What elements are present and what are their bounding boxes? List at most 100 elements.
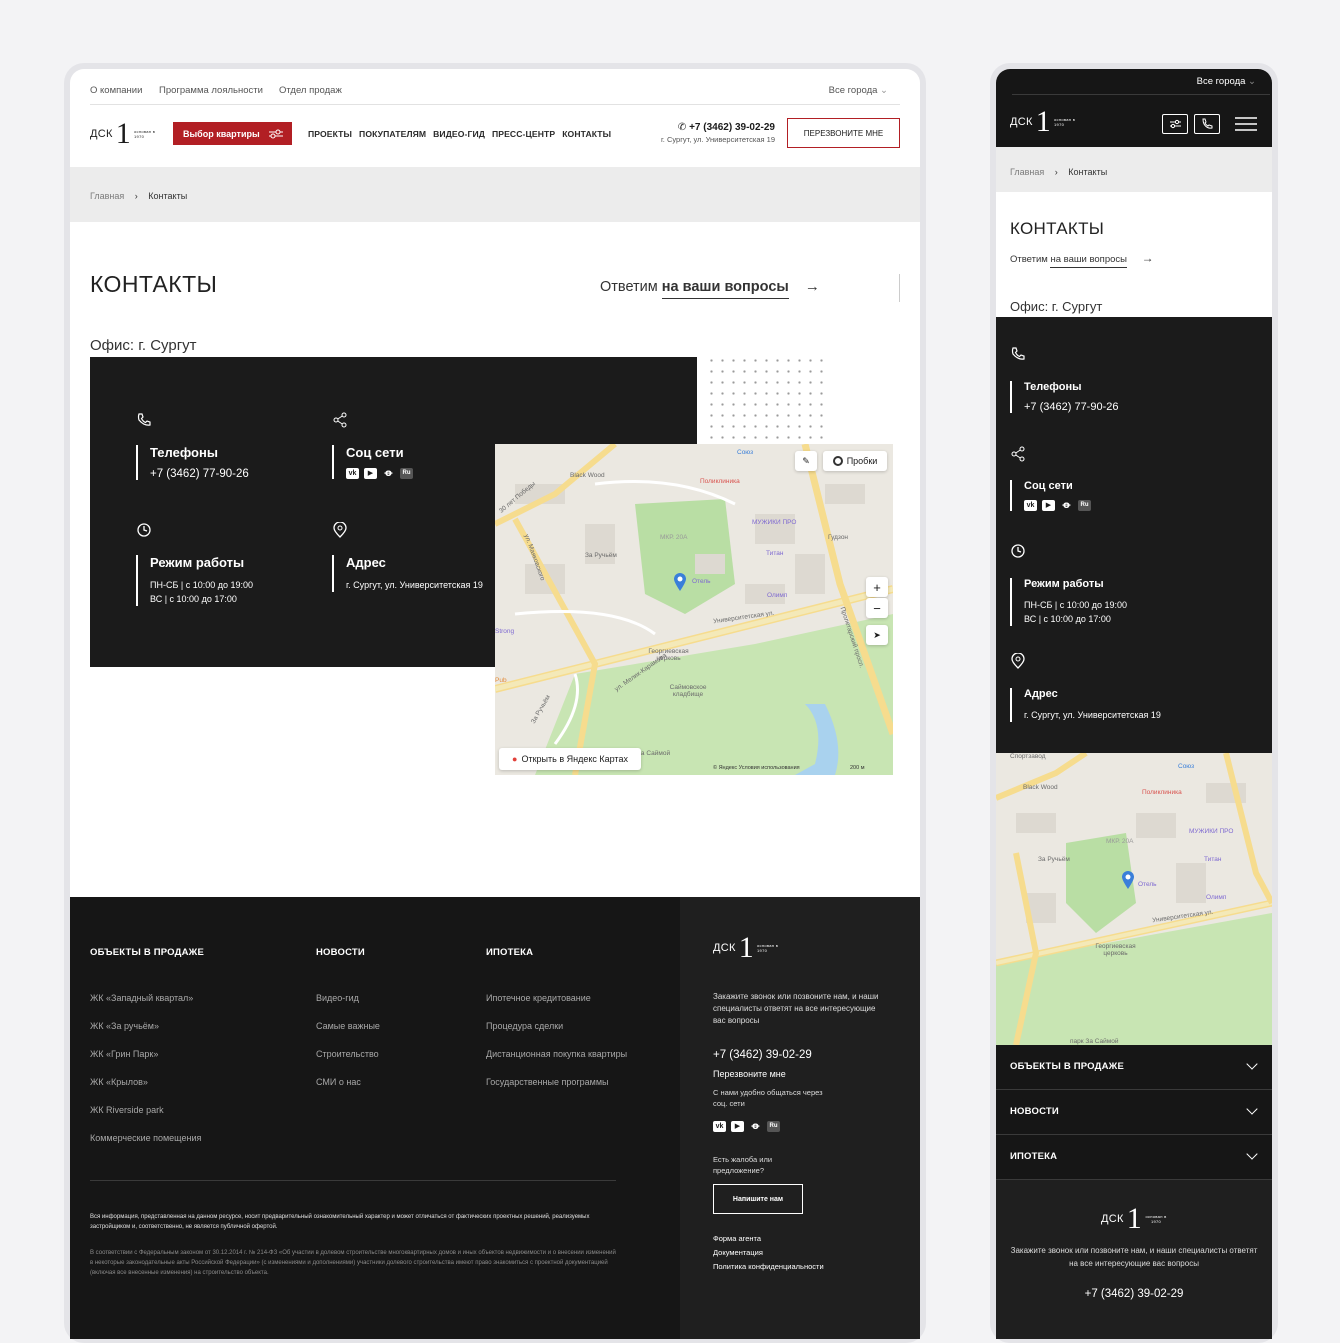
choose-apartment-button[interactable]: Выбор квартиры: [173, 122, 292, 145]
map-label: Союз: [737, 449, 754, 456]
traffic-button[interactable]: Пробки: [823, 451, 887, 471]
filter-button[interactable]: [1162, 114, 1188, 134]
map-label: Black Wood: [570, 472, 605, 479]
chevron-down-icon: [1246, 1103, 1258, 1115]
mobile-office-title: Офис: г. Сургут: [1010, 299, 1103, 314]
zoom-out-button[interactable]: −: [866, 598, 888, 618]
youtube-icon[interactable]: ▶: [731, 1121, 744, 1132]
logo-tagline: основан в 1970: [1145, 1214, 1167, 1224]
footer-link[interactable]: СМИ о нас: [316, 1077, 380, 1087]
mobile-ask-link[interactable]: Ответим на ваши вопросы →: [1010, 251, 1154, 268]
share-icon: [333, 412, 347, 428]
yandex-map[interactable]: Black Wood Поликлиника МУЖИКИ ПРО МКР. 2…: [495, 444, 893, 775]
accordion-mortgage[interactable]: ИПОТЕКА: [996, 1135, 1272, 1180]
divider: [899, 274, 900, 302]
vk-icon[interactable]: vk: [346, 468, 359, 479]
ok-icon[interactable]: ꝋ: [382, 468, 395, 479]
mobile-yandex-map[interactable]: Спортзавод Союз Black Wood Поликлиника М…: [996, 753, 1272, 1045]
mailru-icon[interactable]: Ru: [1078, 500, 1091, 511]
mobile-footer-phone[interactable]: +7 (3462) 39-02-29: [996, 1288, 1272, 1300]
footer-link[interactable]: Политика конфиденциальности: [713, 1262, 887, 1271]
nav-video-guide[interactable]: ВИДЕО-ГИД: [433, 129, 485, 139]
footer-col-objects: ОБЪЕКТЫ В ПРОДАЖЕ ЖК «Западный квартал» …: [90, 947, 204, 1161]
nav-projects[interactable]: ПРОЕКТЫ: [308, 129, 352, 139]
phones-value[interactable]: +7 (3462) 77-90-26: [1024, 401, 1118, 413]
accordion-news[interactable]: НОВОСТИ: [996, 1090, 1272, 1135]
footer-social-text: С нами удобно общаться через соц. сети: [713, 1088, 823, 1108]
clock-icon: [1011, 544, 1025, 558]
mobile-city-select[interactable]: Все города ⌄: [1197, 76, 1256, 87]
ok-icon[interactable]: ꝋ: [1060, 500, 1073, 511]
phone-button[interactable]: [1194, 114, 1220, 134]
mobile-page-title: КОНТАКТЫ: [1010, 219, 1105, 238]
menu-button[interactable]: [1235, 117, 1257, 131]
phones-value[interactable]: +7 (3462) 77-90-26: [150, 468, 249, 480]
nav-contacts[interactable]: КОНТАКТЫ: [562, 129, 611, 139]
footer-link[interactable]: ЖК «Грин Парк»: [90, 1049, 204, 1059]
zoom-in-button[interactable]: +: [866, 577, 888, 597]
breadcrumb: Главная › Контакты: [70, 167, 920, 222]
locate-button[interactable]: ➤: [866, 625, 888, 645]
write-us-button[interactable]: Напишите нам: [713, 1184, 803, 1214]
topnav-sales[interactable]: Отдел продаж: [279, 85, 342, 96]
ask-question-link[interactable]: Ответим на ваши вопросы →: [600, 278, 820, 299]
ask-link-text: на ваши вопросы: [1050, 254, 1127, 268]
logo-text: ДСК: [1010, 116, 1033, 128]
chevron-down-icon: [1246, 1058, 1258, 1070]
nav-buyers[interactable]: ПОКУПАТЕЛЯМ: [359, 129, 426, 139]
breadcrumb-home[interactable]: Главная: [1010, 167, 1044, 177]
footer-social: vk ▶ ꝋ Ru: [713, 1121, 887, 1132]
hours-line2: ВС | с 10:00 до 17:00: [1024, 614, 1111, 624]
footer-link[interactable]: Ипотечное кредитование: [486, 993, 627, 1003]
mobile-footer-logo[interactable]: ДСК 1 основан в 1970: [996, 1204, 1272, 1234]
footer-link[interactable]: Самые важные: [316, 1021, 380, 1031]
mailru-icon[interactable]: Ru: [400, 468, 413, 479]
footer-callback-link[interactable]: Перезвоните мне: [713, 1069, 887, 1079]
nav-press[interactable]: ПРЕСС-ЦЕНТР: [492, 129, 555, 139]
topnav-about[interactable]: О компании: [90, 85, 142, 96]
callback-button[interactable]: ПЕРЕЗВОНИТЕ МНЕ: [787, 118, 900, 148]
footer-link[interactable]: ЖК «За ручьём»: [90, 1021, 204, 1031]
ok-icon[interactable]: ꝋ: [749, 1121, 762, 1132]
vk-icon[interactable]: vk: [1024, 500, 1037, 511]
address-title: Адрес: [1024, 688, 1058, 700]
map-canvas: [495, 444, 893, 775]
chevron-down-icon: ⌄: [880, 85, 888, 96]
footer-link[interactable]: ЖК Riverside park: [90, 1105, 204, 1115]
accordion-objects[interactable]: ОБЪЕКТЫ В ПРОДАЖЕ: [996, 1045, 1272, 1090]
ask-prefix: Ответим: [1010, 254, 1048, 265]
vk-icon[interactable]: vk: [713, 1121, 726, 1132]
footer-link[interactable]: ЖК «Крылов»: [90, 1077, 204, 1087]
header-phone[interactable]: +7 (3462) 39-02-29: [689, 122, 775, 133]
city-select[interactable]: Все города ⌄: [829, 85, 888, 96]
footer-link[interactable]: Государственные программы: [486, 1077, 627, 1087]
youtube-icon[interactable]: ▶: [364, 468, 377, 479]
logo[interactable]: ДСК 1 основан в 1970: [90, 119, 156, 149]
footer-link[interactable]: Форма агента: [713, 1234, 887, 1243]
footer-link[interactable]: Видео-гид: [316, 993, 380, 1003]
footer-legal: Вся информация, представленная на данном…: [90, 1212, 620, 1278]
mobile-header: Все города ⌄ ДСК 1 основан в 1970: [996, 69, 1272, 147]
city-label: Все города: [1196, 76, 1246, 87]
footer-link[interactable]: Коммерческие помещения: [90, 1133, 204, 1143]
breadcrumb-home[interactable]: Главная: [90, 191, 124, 201]
mobile-logo[interactable]: ДСК 1 основан в 1970: [1010, 107, 1076, 137]
footer-link[interactable]: Дистанционная покупка квартиры: [486, 1049, 627, 1059]
map-label: МУЖИКИ ПРО: [1189, 828, 1234, 835]
footer-link[interactable]: ЖК «Западный квартал»: [90, 993, 204, 1003]
hamburger-icon: [1235, 117, 1257, 131]
footer-link[interactable]: Строительство: [316, 1049, 380, 1059]
topnav-loyalty[interactable]: Программа лояльности: [159, 85, 263, 96]
ruler-button[interactable]: ✎: [795, 451, 817, 471]
footer-col-mortgage: ИПОТЕКА Ипотечное кредитование Процедура…: [486, 947, 627, 1105]
location-icon: [333, 522, 347, 538]
footer-logo[interactable]: ДСК 1 основан в 1970: [713, 933, 887, 963]
footer-link[interactable]: Документация: [713, 1248, 887, 1257]
map-copyright[interactable]: © Яндекс Условия использования: [713, 765, 800, 771]
footer-phone[interactable]: +7 (3462) 39-02-29: [713, 1049, 887, 1061]
footer-link[interactable]: Процедура сделки: [486, 1021, 627, 1031]
open-yandex-maps-button[interactable]: ● Открыть в Яндекс Картах: [499, 748, 641, 770]
choose-apartment-label: Выбор квартиры: [183, 128, 260, 139]
youtube-icon[interactable]: ▶: [1042, 500, 1055, 511]
mailru-icon[interactable]: Ru: [767, 1121, 780, 1132]
